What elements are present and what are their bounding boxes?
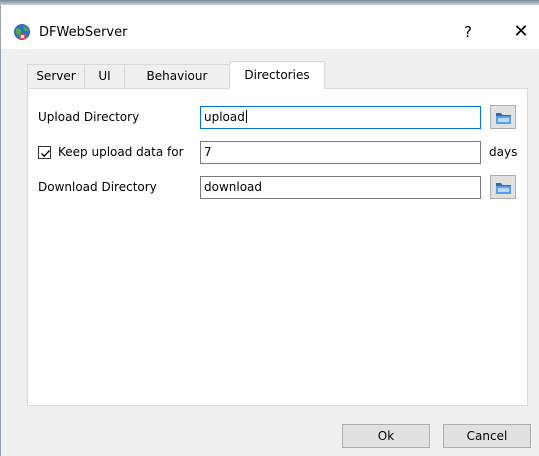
- tab-ui[interactable]: UI: [84, 64, 125, 88]
- cancel-button[interactable]: Cancel: [443, 424, 531, 448]
- folder-icon: [496, 113, 511, 124]
- upload-directory-input[interactable]: upload: [200, 106, 481, 129]
- tab-label: Directories: [244, 68, 310, 82]
- tab-label: Server: [36, 69, 76, 83]
- dialog-body: Server UI Behaviour Directories Upload D…: [1, 49, 539, 456]
- tab-label: UI: [98, 69, 111, 83]
- help-button[interactable]: ?: [453, 20, 483, 44]
- ok-label: Ok: [377, 429, 395, 443]
- upload-directory-value: upload: [204, 110, 245, 124]
- folder-icon: [496, 183, 511, 194]
- app-globe-icon: [13, 23, 31, 41]
- checkmark-icon: [41, 150, 51, 158]
- text-caret: [245, 110, 247, 123]
- directories-panel: [27, 88, 528, 406]
- cancel-label: Cancel: [466, 429, 508, 443]
- download-directory-label: Download Directory: [38, 180, 157, 194]
- tab-directories[interactable]: Directories: [229, 61, 325, 89]
- keep-days-value: 7: [204, 145, 212, 159]
- ok-button[interactable]: Ok: [342, 424, 430, 448]
- keep-upload-label: Keep upload data for: [58, 145, 184, 159]
- title-bar: DFWebServer ? ✕: [1, 5, 539, 49]
- upload-directory-label: Upload Directory: [38, 110, 140, 124]
- window-title: DFWebServer: [39, 25, 128, 40]
- close-button[interactable]: ✕: [506, 20, 536, 44]
- keep-upload-checkbox[interactable]: [38, 146, 51, 159]
- upload-browse-button[interactable]: [490, 105, 516, 129]
- tab-label: Behaviour: [146, 69, 208, 83]
- download-browse-button[interactable]: [490, 175, 516, 199]
- download-directory-value: download: [204, 180, 263, 194]
- tab-server[interactable]: Server: [27, 64, 85, 88]
- keep-days-input[interactable]: 7: [200, 141, 481, 164]
- days-unit-label: days: [489, 145, 518, 159]
- tab-behaviour[interactable]: Behaviour: [124, 64, 230, 88]
- download-directory-input[interactable]: download: [200, 176, 481, 199]
